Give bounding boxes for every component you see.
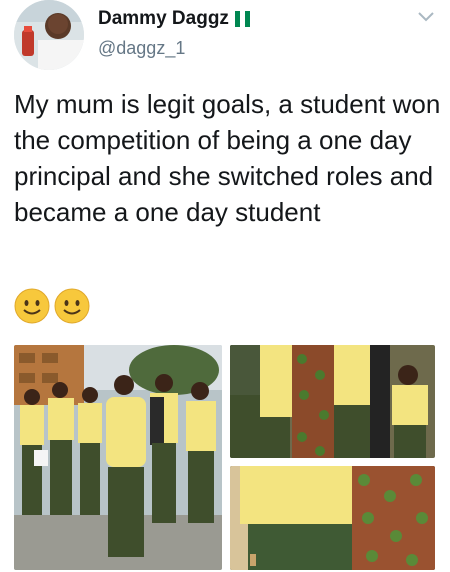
smiley-face-icon <box>14 288 50 324</box>
smiley-face-icon <box>54 288 90 324</box>
name-row: Dammy Daggz <box>98 8 250 30</box>
chevron-down-icon[interactable] <box>416 10 436 24</box>
tweet-photo-group[interactable] <box>14 345 222 570</box>
emoji-row <box>14 288 90 324</box>
tweet-photo-students[interactable] <box>230 345 435 458</box>
tweet-text: My mum is legit goals, a student won the… <box>14 89 441 227</box>
avatar[interactable] <box>14 0 84 70</box>
user-handle[interactable]: @daggz_1 <box>98 38 185 59</box>
tweet-photo-closeup[interactable] <box>230 466 435 570</box>
nigeria-flag-icon <box>234 11 250 27</box>
display-name[interactable]: Dammy Daggz <box>98 8 229 30</box>
